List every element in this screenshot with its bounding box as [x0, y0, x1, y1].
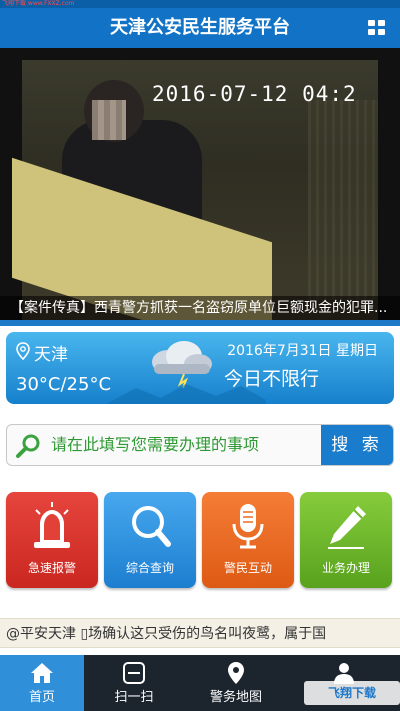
police-light-icon	[34, 502, 70, 548]
watermark-badge: 飞翔下载	[304, 681, 400, 705]
tile-label: 警民互动	[223, 561, 272, 575]
status-bar: 飞翔下载 www.FXXZ.com	[0, 0, 400, 8]
service-tiles: 急速报警 综合查询 警民互动 业务办理	[6, 492, 394, 588]
tile-label: 业务办理	[321, 561, 370, 575]
pencil-icon	[328, 506, 366, 549]
grid-menu-icon[interactable]	[368, 20, 386, 36]
tab-label: 扫一扫	[114, 690, 154, 705]
search-icon	[16, 434, 40, 458]
ticker-text: @平安天津 ▯场确认这只受伤的鸟名叫夜鹭，属于国	[6, 626, 327, 642]
bottom-tab-bar: 首页 扫一扫 警务地图 飞翔下载	[0, 655, 400, 711]
tab-home[interactable]: 首页	[0, 655, 84, 711]
tile-label: 综合查询	[125, 561, 174, 575]
search-input[interactable]: 请在此填写您需要办理的事项	[51, 425, 259, 465]
weather-date: 2016年7月31日 星期日	[227, 343, 378, 359]
tab-scan[interactable]: 扫一扫	[84, 655, 184, 711]
weather-temperature: 30°C/25°C	[16, 374, 112, 395]
news-banner[interactable]: 2016-07-12 04:2 【案件传真】西青警方抓获一名盗窃原单位巨额现金的…	[0, 48, 400, 326]
location-pin-icon	[16, 342, 30, 360]
tab-label: 首页	[28, 690, 55, 705]
weather-card[interactable]: 天津 30°C/25°C 2016年7月31日 星期日 今日不限行	[6, 332, 394, 404]
search-bar: 请在此填写您需要办理的事项 搜 索	[6, 424, 394, 466]
cctv-timestamp: 2016-07-12 04:2	[152, 82, 357, 106]
map-pin-icon	[228, 662, 244, 684]
home-icon	[31, 663, 53, 683]
scan-icon	[123, 662, 145, 684]
business-handling-button[interactable]: 业务办理	[300, 492, 392, 588]
police-interaction-button[interactable]: 警民互动	[202, 492, 294, 588]
watermark-text: 飞翔下载 www.FXXZ.com	[2, 0, 75, 7]
general-query-button[interactable]: 综合查询	[104, 492, 196, 588]
emergency-report-button[interactable]: 急速报警	[6, 492, 98, 588]
banner-caption[interactable]: 【案件传真】西青警方抓获一名盗窃原单位巨额现金的犯罪...	[0, 296, 400, 320]
weather-city: 天津	[34, 345, 68, 365]
search-button[interactable]: 搜 索	[321, 425, 393, 465]
microphone-icon	[232, 504, 264, 549]
tab-police-map[interactable]: 警务地图	[186, 655, 286, 711]
tab-label: 警务地图	[209, 690, 262, 705]
app-header: 天津公安民生服务平台	[0, 8, 400, 48]
tab-user[interactable]: 飞翔下载	[296, 655, 400, 711]
traffic-limit: 今日不限行	[224, 368, 320, 390]
news-ticker[interactable]: @平安天津 ▯场确认这只受伤的鸟名叫夜鹭，属于国	[0, 618, 400, 648]
tile-label: 急速报警	[27, 561, 76, 575]
banner-progress	[0, 320, 400, 326]
app-title: 天津公安民生服务平台	[110, 17, 290, 38]
magnifier-icon	[132, 506, 171, 547]
